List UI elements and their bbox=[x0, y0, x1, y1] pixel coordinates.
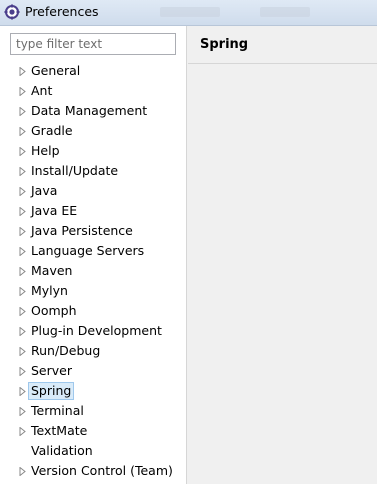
expand-arrow-icon[interactable] bbox=[18, 87, 27, 96]
tree-item[interactable]: Plug-in Development bbox=[0, 321, 186, 341]
expand-arrow-icon[interactable] bbox=[18, 307, 27, 316]
tree-item[interactable]: Java bbox=[0, 181, 186, 201]
tree-item[interactable]: Java Persistence bbox=[0, 221, 186, 241]
tree-item[interactable]: Gradle bbox=[0, 121, 186, 141]
expand-arrow-icon[interactable] bbox=[18, 327, 27, 336]
title-bar[interactable]: Preferences bbox=[0, 0, 377, 26]
expand-arrow-icon[interactable] bbox=[18, 367, 27, 376]
expand-arrow-icon[interactable] bbox=[18, 407, 27, 416]
tree-item[interactable]: Validation bbox=[0, 441, 186, 461]
expand-arrow-icon[interactable] bbox=[18, 67, 27, 76]
tree-item-label: Data Management bbox=[31, 103, 148, 118]
tree-item[interactable]: Help bbox=[0, 141, 186, 161]
tree-item[interactable]: General bbox=[0, 61, 186, 81]
expand-arrow-icon[interactable] bbox=[18, 247, 27, 256]
expand-arrow-icon[interactable] bbox=[18, 267, 27, 276]
page-title: Spring bbox=[200, 37, 249, 52]
tree-item-label: Language Servers bbox=[31, 243, 145, 258]
expand-arrow-icon[interactable] bbox=[18, 467, 27, 476]
tree-item-label: TextMate bbox=[31, 423, 88, 438]
tree-item[interactable]: Run/Debug bbox=[0, 341, 186, 361]
tree-item[interactable]: Install/Update bbox=[0, 161, 186, 181]
filter-input[interactable] bbox=[10, 33, 176, 55]
tree-item[interactable]: Data Management bbox=[0, 101, 186, 121]
tree-item-label: Install/Update bbox=[31, 163, 119, 178]
expand-arrow-icon[interactable] bbox=[18, 167, 27, 176]
expand-arrow-icon[interactable] bbox=[18, 287, 27, 296]
tree-item-label: Java bbox=[31, 183, 58, 198]
expand-arrow-icon[interactable] bbox=[18, 107, 27, 116]
tree-item[interactable]: Spring bbox=[0, 381, 186, 401]
preferences-navigation-pane: General Ant Data Management Gradle Help Insta… bbox=[0, 26, 187, 484]
expand-arrow-icon[interactable] bbox=[18, 127, 27, 136]
tree-item[interactable]: Version Control (Team) bbox=[0, 461, 186, 481]
tree-item-label: Maven bbox=[31, 263, 73, 278]
tree-item-label: Terminal bbox=[31, 403, 84, 418]
tree-item-label: Mylyn bbox=[31, 283, 68, 298]
tree-item-label: Server bbox=[31, 363, 72, 378]
tree-item-label: Spring bbox=[28, 382, 75, 400]
tree-item-label: Java EE bbox=[31, 203, 78, 218]
expand-arrow-icon[interactable] bbox=[18, 227, 27, 236]
tree-item-label: Run/Debug bbox=[31, 343, 101, 358]
preferences-gear-icon bbox=[4, 4, 20, 20]
tree-item-label: Help bbox=[31, 143, 60, 158]
titlebar-blurred-region bbox=[260, 7, 310, 17]
tree-item-label: Validation bbox=[31, 443, 93, 458]
window-title: Preferences bbox=[25, 4, 99, 19]
titlebar-blurred-region bbox=[160, 7, 220, 17]
tree-item[interactable]: Mylyn bbox=[0, 281, 186, 301]
tree-item[interactable]: TextMate bbox=[0, 421, 186, 441]
tree-item[interactable]: Java EE bbox=[0, 201, 186, 221]
tree-item[interactable]: Server bbox=[0, 361, 186, 381]
page-title-divider bbox=[188, 63, 377, 64]
expand-arrow-icon[interactable] bbox=[18, 187, 27, 196]
tree-item-label: Plug-in Development bbox=[31, 323, 162, 338]
tree-item[interactable]: Ant bbox=[0, 81, 186, 101]
tree-item[interactable]: Oomph bbox=[0, 301, 186, 321]
preferences-window: Preferences General Ant Data Management Gra… bbox=[0, 0, 377, 484]
tree-item-label: Oomph bbox=[31, 303, 77, 318]
tree-item-label: Gradle bbox=[31, 123, 73, 138]
expand-arrow-icon[interactable] bbox=[18, 347, 27, 356]
expand-arrow-icon[interactable] bbox=[18, 147, 27, 156]
tree-item[interactable]: Maven bbox=[0, 261, 186, 281]
tree-item-label: Version Control (Team) bbox=[31, 463, 173, 478]
expand-arrow-icon[interactable] bbox=[18, 387, 27, 396]
tree-item-label: Java Persistence bbox=[31, 223, 133, 238]
tree-item[interactable]: Language Servers bbox=[0, 241, 186, 261]
tree-item-label: General bbox=[31, 63, 81, 78]
expand-arrow-icon[interactable] bbox=[18, 427, 27, 436]
preferences-tree: General Ant Data Management Gradle Help Insta… bbox=[0, 61, 186, 481]
tree-item[interactable]: Terminal bbox=[0, 401, 186, 421]
tree-item-label: Ant bbox=[31, 83, 53, 98]
preference-page: Spring bbox=[188, 26, 377, 484]
expand-arrow-icon[interactable] bbox=[18, 207, 27, 216]
